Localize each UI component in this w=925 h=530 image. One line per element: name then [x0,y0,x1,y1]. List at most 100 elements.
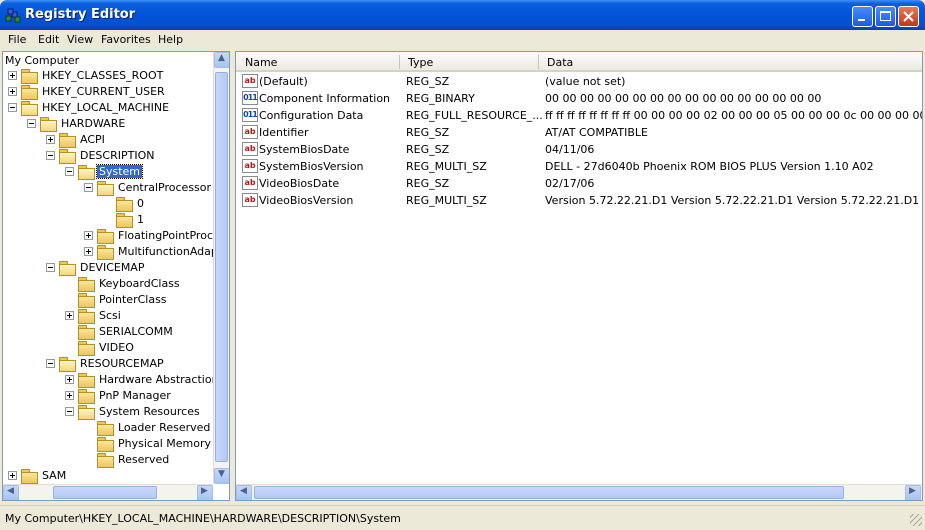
values-list[interactable]: Name Type Data ab (Default) REG_SZ (value n… [235,51,923,501]
tree-item[interactable]: Loader Reserved [3,420,213,436]
tree-item[interactable]: HKEY_CLASSES_ROOT [3,68,213,84]
list-item[interactable]: ab SystemBiosVersion REG_MULTI_SZ DELL - 27… [236,158,922,175]
tree-item-label: ACPI [80,133,105,146]
registry-tree[interactable]: My Computer HKEY_CLASSES_ROOT HKEY_CURREN… [2,51,230,501]
close-button[interactable] [898,6,919,27]
tree-item[interactable]: HKEY_LOCAL_MACHINE [3,100,213,116]
scroll-right-button[interactable]: ▶ [905,485,921,500]
list-item[interactable]: ab Identifier REG_SZ AT/AT COMPATIBLE [236,124,922,141]
collapse-minus-icon[interactable] [8,103,17,112]
scroll-right-button[interactable]: ▶ [197,485,213,500]
expand-plus-icon[interactable] [65,375,74,384]
value-data: ff ff ff ff ff ff ff ff 00 00 00 00 02 0… [545,109,922,122]
expand-plus-icon[interactable] [8,71,17,80]
tree-item-label: DESCRIPTION [80,149,155,162]
menu-help[interactable]: Help [158,33,183,46]
tree-item[interactable]: System Resources [3,404,213,420]
list-item[interactable]: 011 Configuration Data REG_FULL_RESOURCE_.… [236,107,922,124]
menu-file[interactable]: File [8,33,26,46]
resize-grip-icon[interactable] [910,514,922,526]
value-type: REG_SZ [406,177,450,190]
menu-view[interactable]: View [67,33,93,46]
status-path: My Computer\HKEY_LOCAL_MACHINE\HARDWARE\… [5,512,401,525]
maximize-button[interactable] [875,6,896,27]
scroll-left-button[interactable]: ◀ [236,485,252,500]
expand-plus-icon[interactable] [65,311,74,320]
list-item[interactable]: ab SystemBiosDate REG_SZ 04/11/06 [236,141,922,158]
tree-item-label: SAM [42,469,67,482]
expand-plus-icon[interactable] [8,87,17,96]
folder-icon [78,293,95,308]
tree-root[interactable]: My Computer [3,52,213,68]
expand-plus-icon[interactable] [46,135,55,144]
tree-item[interactable]: RESOURCEMAP [3,356,213,372]
tree-horizontal-scrollbar[interactable]: ◀ ▶ [3,484,213,500]
tree-item[interactable]: 1 [3,212,213,228]
tree-item[interactable]: VIDEO [3,340,213,356]
list-item[interactable]: 011 Component Information REG_BINARY 00 00 … [236,90,922,107]
collapse-minus-icon[interactable] [65,407,74,416]
folder-icon [21,85,38,100]
list-item[interactable]: ab VideoBiosDate REG_SZ 02/17/06 [236,175,922,192]
tree-item[interactable]: DEVICEMAP [3,260,213,276]
scroll-down-button[interactable]: ▼ [214,468,229,484]
tree-item[interactable]: KeyboardClass [3,276,213,292]
expand-plus-icon[interactable] [84,247,93,256]
tree-item[interactable]: Hardware Abstraction Layer [3,372,229,388]
tree-item[interactable]: 0 [3,196,213,212]
menu-favorites[interactable]: Favorites [101,33,151,46]
expand-plus-icon[interactable] [65,391,74,400]
folder-icon [78,373,95,388]
tree-item[interactable]: ACPI [3,132,213,148]
tree-item[interactable]: DESCRIPTION [3,148,213,164]
scrollbar-thumb[interactable] [254,486,844,499]
tree-item[interactable]: Reserved [3,452,213,468]
tree-item[interactable]: Physical Memory [3,436,213,452]
collapse-minus-icon[interactable] [65,167,74,176]
collapse-minus-icon[interactable] [84,183,93,192]
title-bar[interactable]: Registry Editor [0,0,925,30]
list-item[interactable]: ab (Default) REG_SZ (value not set) [236,73,922,90]
tree-item[interactable]: SAM [3,468,213,484]
collapse-minus-icon[interactable] [46,151,55,160]
scrollbar-thumb[interactable] [215,72,228,462]
expand-plus-icon[interactable] [8,471,17,480]
scroll-up-button[interactable]: ▲ [214,52,229,68]
tree-item[interactable]: SERIALCOMM [3,324,213,340]
tree-item[interactable]: HARDWARE [3,116,213,132]
tree-item[interactable]: PnP Manager [3,388,213,404]
list-horizontal-scrollbar[interactable]: ◀ ▶ [236,484,922,500]
folder-icon [78,341,95,356]
column-header-data[interactable]: Data [547,56,573,69]
tree-item[interactable]: PointerClass [3,292,213,308]
expand-plus-icon[interactable] [84,231,93,240]
value-name: VideoBiosDate [259,177,340,190]
column-divider[interactable] [538,55,539,69]
tree-vertical-scrollbar[interactable]: ▲ ▼ [213,52,229,484]
list-header: Name Type Data [236,52,922,72]
tree-item[interactable]: CentralProcessor [3,180,213,196]
registry-editor-icon [5,8,21,23]
tree-item[interactable]: FloatingPointProcessor [3,228,229,244]
menu-edit[interactable]: Edit [38,33,59,46]
tree-item-label: Reserved [118,453,170,466]
column-header-type[interactable]: Type [408,56,433,69]
tree-item[interactable]: Scsi [3,308,213,324]
tree-item[interactable]: HKEY_CURRENT_USER [3,84,213,100]
tree-item[interactable]: System [3,164,213,180]
scrollbar-thumb[interactable] [53,486,157,499]
folder-icon [21,469,38,484]
minimize-button[interactable] [852,6,873,27]
value-type: REG_BINARY [406,92,475,105]
column-divider[interactable] [399,55,400,69]
column-header-name[interactable]: Name [245,56,277,69]
tree-item[interactable]: MultifunctionAdapter [3,244,229,260]
folder-icon [97,437,114,452]
collapse-minus-icon[interactable] [46,263,55,272]
scroll-left-button[interactable]: ◀ [3,485,19,500]
list-item[interactable]: ab VideoBiosVersion REG_MULTI_SZ Version 5.… [236,192,922,209]
collapse-minus-icon[interactable] [27,119,36,128]
collapse-minus-icon[interactable] [46,359,55,368]
tree-item-label: HKEY_CLASSES_ROOT [42,69,164,82]
status-bar: My Computer\HKEY_LOCAL_MACHINE\HARDWARE\… [0,505,925,530]
